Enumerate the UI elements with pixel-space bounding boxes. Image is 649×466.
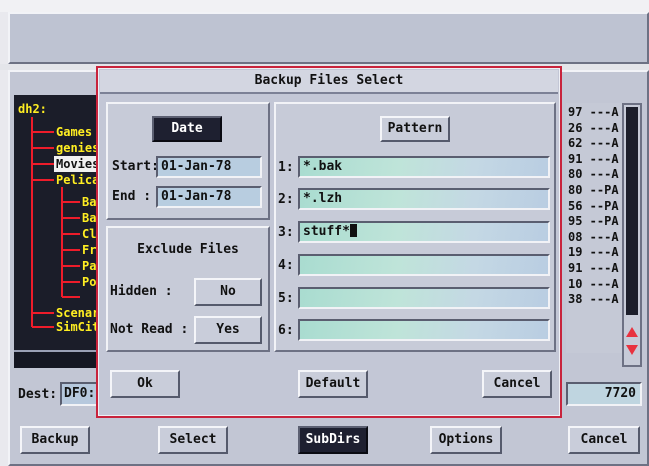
file-row[interactable]: 08 ---A bbox=[568, 230, 622, 246]
notread-toggle-button[interactable]: Yes bbox=[194, 316, 262, 344]
backup-button[interactable]: Backup bbox=[20, 426, 90, 454]
pattern-field-6[interactable] bbox=[298, 319, 550, 341]
file-row[interactable]: 56 --PA bbox=[568, 199, 622, 215]
file-row[interactable]: 38 ---A bbox=[568, 292, 622, 308]
pattern-num: 2: bbox=[278, 192, 294, 207]
text-cursor bbox=[349, 224, 357, 237]
file-row[interactable]: 19 ---A bbox=[568, 245, 622, 261]
select-button[interactable]: Select bbox=[158, 426, 228, 454]
tree-item[interactable]: Games bbox=[56, 124, 92, 140]
dialog-title: Backup Files Select bbox=[254, 73, 404, 88]
tree-item[interactable]: geniest bbox=[56, 140, 100, 156]
file-row[interactable]: 80 ---A bbox=[568, 167, 622, 183]
file-list-panel[interactable]: 97 ---A 26 ---A 62 ---A 91 ---A 80 ---A … bbox=[566, 103, 622, 353]
file-row[interactable]: 80 --PA bbox=[568, 183, 622, 199]
dialog-title-bar[interactable]: Backup Files Select bbox=[100, 70, 558, 94]
exclude-group: Exclude Files Hidden : No Not Read : Yes bbox=[106, 226, 270, 352]
pattern-num: 5: bbox=[278, 291, 294, 306]
dest-size-field: 7720 bbox=[566, 382, 642, 406]
file-row[interactable]: 95 --PA bbox=[568, 214, 622, 230]
dest-field[interactable]: DF0: bbox=[60, 382, 100, 406]
file-row[interactable]: 10 ---A bbox=[568, 277, 622, 293]
tree-item-selected[interactable]: Movies bbox=[54, 156, 100, 172]
options-button[interactable]: Options bbox=[430, 426, 502, 454]
ok-button[interactable]: Ok bbox=[110, 370, 180, 398]
notread-label: Not Read : bbox=[110, 322, 189, 337]
pattern-num: 1: bbox=[278, 160, 294, 175]
dialog-cancel-button[interactable]: Cancel bbox=[482, 370, 552, 398]
file-row[interactable]: 91 ---A bbox=[568, 261, 622, 277]
hidden-toggle-button[interactable]: No bbox=[194, 278, 262, 306]
main-cancel-button[interactable]: Cancel bbox=[568, 426, 640, 454]
hidden-label: Hidden : bbox=[110, 284, 173, 299]
pattern-button[interactable]: Pattern bbox=[380, 116, 450, 142]
tree-item[interactable]: Pelican bbox=[56, 172, 100, 188]
screen-top-white bbox=[0, 0, 649, 12]
pattern-num: 6: bbox=[278, 323, 294, 338]
file-list-scrollbar[interactable] bbox=[622, 103, 642, 367]
app-title-bar bbox=[8, 12, 649, 64]
pattern-field-1[interactable]: *.bak bbox=[298, 156, 550, 178]
dest-label: Dest: bbox=[18, 387, 58, 402]
end-date-field[interactable]: 01-Jan-78 bbox=[156, 186, 262, 208]
scroll-thumb[interactable] bbox=[626, 107, 638, 315]
start-label: Start: bbox=[112, 159, 159, 174]
file-row[interactable]: 26 ---A bbox=[568, 121, 622, 137]
pattern-field-3-text: stuff* bbox=[303, 224, 350, 239]
tree-root[interactable]: dh2: bbox=[18, 101, 47, 117]
backup-select-dialog: Backup Files Select Date Start: 01-Jan-7… bbox=[96, 66, 562, 418]
pattern-field-3[interactable]: stuff* bbox=[298, 221, 550, 243]
scroll-up-arrow-icon[interactable] bbox=[626, 327, 638, 337]
default-button[interactable]: Default bbox=[298, 370, 368, 398]
end-label: End : bbox=[112, 189, 152, 204]
tree-scrollbar[interactable] bbox=[14, 350, 100, 368]
subdirs-button[interactable]: SubDirs bbox=[298, 426, 368, 454]
scroll-down-arrow-icon[interactable] bbox=[626, 345, 638, 355]
tree-item[interactable]: SimCity bbox=[56, 319, 100, 335]
file-row[interactable]: 97 ---A bbox=[568, 105, 622, 121]
start-date-field[interactable]: 01-Jan-78 bbox=[156, 156, 262, 178]
pattern-field-5[interactable] bbox=[298, 287, 550, 309]
directory-tree[interactable]: dh2: Games geniest Movies Pelican Back B… bbox=[14, 95, 100, 350]
exclude-title: Exclude Files bbox=[137, 242, 239, 257]
pattern-group: Pattern 1: *.bak 2: *.lzh 3: stuff* 4: 5… bbox=[274, 102, 556, 352]
file-row[interactable]: 62 ---A bbox=[568, 136, 622, 152]
pattern-num: 4: bbox=[278, 258, 294, 273]
pattern-field-4[interactable] bbox=[298, 254, 550, 276]
file-row[interactable]: 91 ---A bbox=[568, 152, 622, 168]
date-group: Date Start: 01-Jan-78 End : 01-Jan-78 bbox=[106, 102, 270, 220]
pattern-num: 3: bbox=[278, 225, 294, 240]
pattern-field-2[interactable]: *.lzh bbox=[298, 188, 550, 210]
date-button[interactable]: Date bbox=[152, 116, 222, 142]
